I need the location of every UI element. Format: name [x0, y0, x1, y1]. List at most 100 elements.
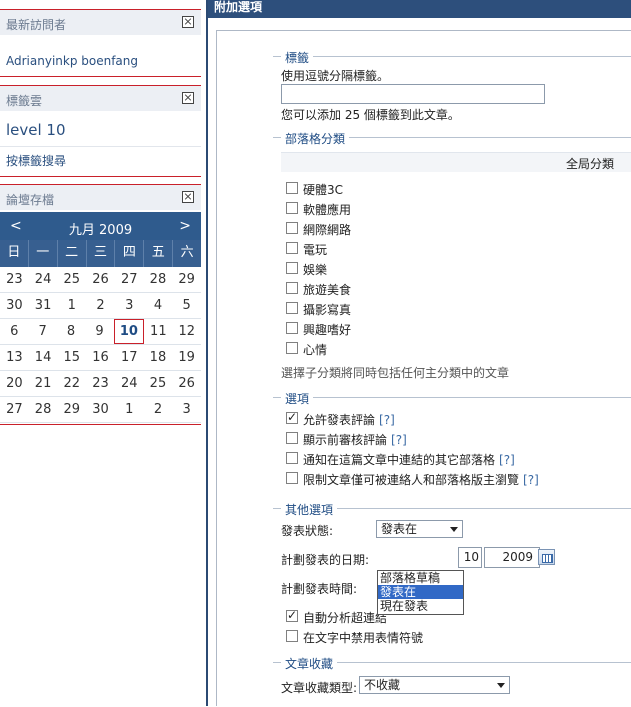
- calendar-day[interactable]: 25: [57, 267, 86, 292]
- calendar-day[interactable]: 30: [86, 397, 115, 422]
- collapse-icon[interactable]: [182, 16, 194, 28]
- calendar-day[interactable]: 8: [57, 319, 85, 344]
- calendar-day[interactable]: 27: [115, 267, 144, 292]
- status-label: 發表狀態:: [281, 524, 334, 538]
- calendar-day[interactable]: 29: [57, 397, 86, 422]
- favorites-group: 文章收藏 文章收藏類型: 不收藏: [273, 655, 631, 707]
- weekday: 四: [115, 240, 145, 267]
- category-checkbox[interactable]: [286, 242, 298, 254]
- status-select[interactable]: 發表在: [376, 520, 463, 538]
- category-checkbox[interactable]: [286, 282, 298, 294]
- calendar-day[interactable]: 1: [115, 397, 144, 422]
- calendar-day[interactable]: 23: [0, 267, 29, 292]
- option-label: 顯示前審核評論 [?]: [303, 431, 407, 448]
- panel-title: 附加選項: [208, 0, 631, 18]
- collapse-icon[interactable]: [182, 191, 194, 203]
- calendar-day[interactable]: 17: [115, 345, 144, 370]
- calendar-day[interactable]: 2: [144, 397, 173, 422]
- calendar-day[interactable]: 12: [173, 319, 201, 344]
- calendar-day[interactable]: 3: [115, 293, 144, 318]
- auto-link-checkbox[interactable]: [286, 608, 298, 622]
- category-label: 興趣嗜好: [303, 323, 352, 337]
- calendar-day[interactable]: 13: [0, 345, 29, 370]
- recent-visitors-names[interactable]: Adrianyinkp boenfang: [6, 54, 138, 68]
- calendar-day[interactable]: 20: [0, 371, 29, 396]
- category-checkbox[interactable]: [286, 262, 298, 274]
- option-checkbox[interactable]: [286, 410, 298, 424]
- calendar-day[interactable]: 25: [144, 371, 173, 396]
- category-label: 心情: [303, 343, 328, 357]
- calendar-day[interactable]: 5: [172, 293, 201, 318]
- calendar-icon[interactable]: [538, 549, 555, 565]
- calendar-day[interactable]: 18: [144, 345, 173, 370]
- calendar-day[interactable]: 11: [144, 319, 172, 344]
- calendar-day[interactable]: 24: [29, 267, 58, 292]
- tag-link[interactable]: level 10: [6, 121, 66, 139]
- calendar-day[interactable]: 31: [29, 293, 58, 318]
- disable-smilies-checkbox[interactable]: [286, 630, 298, 642]
- calendar-day[interactable]: 30: [0, 293, 29, 318]
- calendar-day[interactable]: 22: [57, 371, 86, 396]
- calendar-day[interactable]: 21: [29, 371, 58, 396]
- help-link[interactable]: [?]: [391, 433, 407, 447]
- calendar-day[interactable]: 1: [57, 293, 86, 318]
- status-option[interactable]: 部落格草稿: [378, 571, 463, 585]
- categories-column-header: 全局分類: [281, 152, 631, 172]
- status-option[interactable]: 發表在: [378, 585, 463, 599]
- calendar-day[interactable]: 26: [86, 267, 115, 292]
- chevron-down-icon: [497, 683, 505, 688]
- calendar-day[interactable]: 19: [172, 345, 201, 370]
- tags-input[interactable]: [281, 84, 545, 104]
- calendar-day[interactable]: 10: [113, 319, 145, 344]
- auto-link-label: 自動分析超連結: [303, 611, 388, 625]
- calendar-day[interactable]: 24: [115, 371, 144, 396]
- tag-cloud-title: 標籤雲: [6, 94, 43, 108]
- option-checkbox[interactable]: [286, 472, 298, 484]
- calendar-day[interactable]: 28: [29, 397, 58, 422]
- category-checkbox[interactable]: [286, 182, 298, 194]
- calendar-day[interactable]: 27: [0, 397, 29, 422]
- calendar-day[interactable]: 23: [86, 371, 115, 396]
- calendar-week-row: 27 28 29 30 1 2 3: [0, 397, 201, 423]
- calendar-day[interactable]: 9: [85, 319, 113, 344]
- option-label-text: 允許發表評論: [303, 413, 376, 427]
- category-checkbox[interactable]: [286, 322, 298, 334]
- calendar-day[interactable]: 28: [144, 267, 173, 292]
- calendar-day[interactable]: 2: [86, 293, 115, 318]
- calendar-day[interactable]: 7: [28, 319, 56, 344]
- calendar-day[interactable]: 16: [86, 345, 115, 370]
- category-checkbox[interactable]: [286, 342, 298, 354]
- help-link[interactable]: [?]: [499, 453, 515, 467]
- calendar-month: 九月 2009: [68, 223, 133, 238]
- category-label: 娛樂: [303, 263, 328, 277]
- status-option[interactable]: 現在發表: [378, 599, 463, 613]
- favorites-type-select[interactable]: 不收藏: [359, 676, 510, 694]
- calendar-day[interactable]: 29: [172, 267, 201, 292]
- option-checkbox[interactable]: [286, 432, 298, 444]
- calendar-week-row: 6 7 8 9 10 11 12: [0, 319, 201, 345]
- calendar-day[interactable]: 15: [57, 345, 86, 370]
- help-link[interactable]: [?]: [379, 413, 395, 427]
- help-link[interactable]: [?]: [523, 473, 539, 487]
- calendar-day[interactable]: 4: [144, 293, 173, 318]
- calendar-day[interactable]: 14: [29, 345, 58, 370]
- category-label: 硬體3C: [303, 183, 344, 197]
- category-checkbox[interactable]: [286, 222, 298, 234]
- collapse-icon[interactable]: [182, 92, 194, 104]
- favorites-type-label: 文章收藏類型:: [281, 681, 358, 695]
- calendar-day[interactable]: 26: [172, 371, 201, 396]
- schedule-year-input[interactable]: 2009: [484, 547, 540, 568]
- status-select-value: 發表在: [381, 522, 418, 536]
- calendar-day[interactable]: 3: [172, 397, 201, 422]
- favorites-type-value: 不收藏: [364, 678, 401, 692]
- calendar-day[interactable]: 6: [0, 319, 28, 344]
- search-by-tag-link[interactable]: 按標籤搜尋: [6, 152, 66, 169]
- category-checkbox[interactable]: [286, 302, 298, 314]
- option-checkbox[interactable]: [286, 452, 298, 464]
- next-month-button[interactable]: >: [179, 218, 191, 234]
- calendar-week-row: 30 31 1 2 3 4 5: [0, 293, 201, 319]
- option-label: 限制文章僅可被連絡人和部落格版主瀏覽 [?]: [303, 471, 539, 488]
- schedule-day-input[interactable]: 10: [458, 547, 482, 568]
- category-checkbox[interactable]: [286, 202, 298, 214]
- category-label: 電玩: [303, 243, 328, 257]
